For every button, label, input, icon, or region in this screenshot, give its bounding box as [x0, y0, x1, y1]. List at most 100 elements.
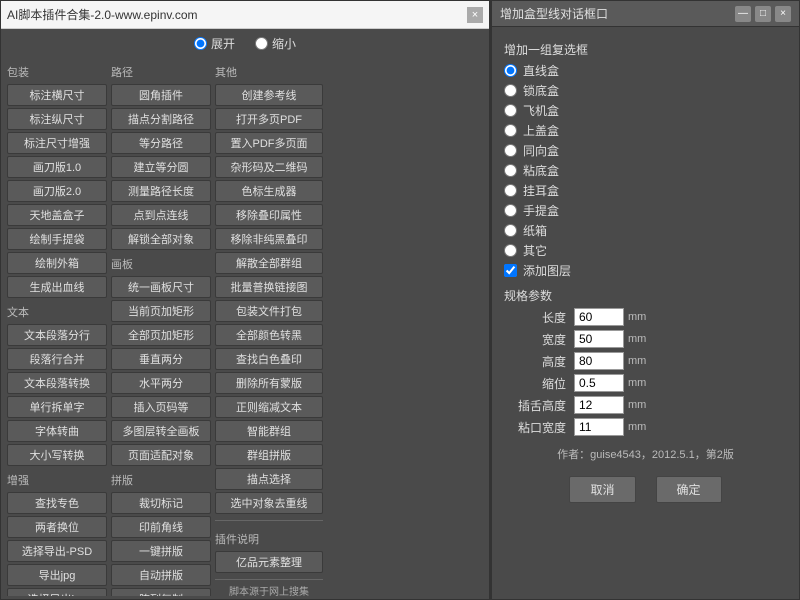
radio-item-0[interactable]: 直线盒	[504, 62, 787, 79]
radio-item-1[interactable]: 锁底盒	[504, 82, 787, 99]
btn-case-convert[interactable]: 大小写转换	[7, 444, 107, 466]
btn-mark-width[interactable]: 标注横尺寸	[7, 84, 107, 106]
radio-item-3[interactable]: 上盖盒	[504, 122, 787, 139]
confirm-button[interactable]: 确定	[656, 476, 722, 503]
btn-find-spot[interactable]: 查找专色	[7, 492, 107, 514]
btn-mark-height[interactable]: 标注纵尺寸	[7, 108, 107, 130]
param-input-offset[interactable]	[574, 374, 624, 392]
param-input-width[interactable]	[574, 330, 624, 348]
btn-place-pdf[interactable]: 置入PDF多页面	[215, 132, 323, 154]
dialog-title: 增加盒型线对话框口	[500, 5, 608, 22]
btn-text-convert[interactable]: 文本段落转换	[7, 372, 107, 394]
btn-swap[interactable]: 两者换位	[7, 516, 107, 538]
radio-item-9[interactable]: 其它	[504, 242, 787, 259]
btn-open-pdf[interactable]: 打开多页PDF	[215, 108, 323, 130]
param-input-height[interactable]	[574, 352, 624, 370]
btn-unlock-all[interactable]: 解锁全部对象	[111, 228, 211, 250]
btn-qrcode[interactable]: 杂形码及二维码	[215, 156, 323, 178]
btn-single-char[interactable]: 单行拆单字	[7, 396, 107, 418]
collapse-label[interactable]: 缩小	[255, 35, 296, 52]
radio-item-6[interactable]: 挂耳盒	[504, 182, 787, 199]
radio-5[interactable]	[504, 164, 517, 177]
btn-auto-impose[interactable]: 自动拼版	[111, 564, 211, 586]
btn-corner-line[interactable]: 印前角线	[111, 516, 211, 538]
btn-ungroup-all[interactable]: 解散全部群组	[215, 252, 323, 274]
collapse-radio[interactable]	[255, 37, 268, 50]
dialog-close-button[interactable]: ×	[775, 6, 791, 22]
radio-1[interactable]	[504, 84, 517, 97]
btn-group-impose[interactable]: 群组拼版	[215, 444, 323, 466]
param-input-glue-width[interactable]	[574, 418, 624, 436]
btn-point-connect[interactable]: 点到点连线	[111, 204, 211, 226]
add-layer-checkbox[interactable]	[504, 264, 517, 277]
param-row-width: 宽度 mm	[504, 330, 787, 348]
btn-knife2[interactable]: 画刀版2.0	[7, 180, 107, 202]
radio-3[interactable]	[504, 124, 517, 137]
btn-path-length[interactable]: 测量路径长度	[111, 180, 211, 202]
radio-8[interactable]	[504, 224, 517, 237]
btn-fit-page[interactable]: 页面适配对象	[111, 444, 211, 466]
btn-split-horizontal[interactable]: 水平两分	[111, 372, 211, 394]
radio-item-8[interactable]: 纸箱	[504, 222, 787, 239]
btn-split-path[interactable]: 描点分割路径	[111, 108, 211, 130]
btn-crop-mark[interactable]: 裁切标记	[111, 492, 211, 514]
btn-array-copy[interactable]: 阵列复制	[111, 588, 211, 596]
radio-2[interactable]	[504, 104, 517, 117]
btn-para-merge[interactable]: 段落行合并	[7, 348, 107, 370]
radio-item-4[interactable]: 同向盒	[504, 142, 787, 159]
btn-batch-replace[interactable]: 批量普换链接图	[215, 276, 323, 298]
btn-split-vertical[interactable]: 垂直两分	[111, 348, 211, 370]
expand-radio[interactable]	[194, 37, 207, 50]
btn-knife1[interactable]: 画刀版1.0	[7, 156, 107, 178]
btn-dedup[interactable]: 选中对象去重线	[215, 492, 323, 514]
btn-remove-black-overprint[interactable]: 移除非纯黑叠印	[215, 228, 323, 250]
radio-0[interactable]	[504, 64, 517, 77]
radio-9[interactable]	[504, 244, 517, 257]
btn-color-swatch[interactable]: 色标生成器	[215, 180, 323, 202]
radio-item-5[interactable]: 粘底盒	[504, 162, 787, 179]
btn-delete-mask[interactable]: 删除所有蒙版	[215, 372, 323, 394]
address-close-button[interactable]: ×	[467, 7, 483, 23]
btn-mark-enhanced[interactable]: 标注尺寸增强	[7, 132, 107, 154]
btn-yipin[interactable]: 亿品元素整理	[215, 551, 323, 573]
btn-export-jpg[interactable]: 导出jpg	[7, 564, 107, 586]
btn-unify-artboard[interactable]: 统一画板尺寸	[111, 276, 211, 298]
radio-7[interactable]	[504, 204, 517, 217]
btn-bleed[interactable]: 生成出血线	[7, 276, 107, 298]
url-input[interactable]	[7, 8, 467, 22]
btn-all-page-rect[interactable]: 全部页加矩形	[111, 324, 211, 346]
btn-find-white[interactable]: 查找白色叠印	[215, 348, 323, 370]
add-layer-checkbox-label[interactable]: 添加图层	[504, 262, 787, 279]
expand-label[interactable]: 展开	[194, 35, 235, 52]
dialog-max-button[interactable]: □	[755, 6, 771, 22]
param-input-length[interactable]	[574, 308, 624, 326]
btn-select-export-jpg[interactable]: 选择导出jpg	[7, 588, 107, 596]
dialog-min-button[interactable]: —	[735, 6, 751, 22]
btn-lid-box[interactable]: 天地盖盒子	[7, 204, 107, 226]
cancel-button[interactable]: 取消	[569, 476, 635, 503]
btn-round-corner[interactable]: 圆角插件	[111, 84, 211, 106]
btn-cur-page-rect[interactable]: 当前页加矩形	[111, 300, 211, 322]
btn-layer-to-artboard[interactable]: 多图层转全画板	[111, 420, 211, 442]
btn-smart-group[interactable]: 智能群组	[215, 420, 323, 442]
btn-create-guide[interactable]: 创建参考线	[215, 84, 323, 106]
btn-export-psd[interactable]: 选择导出-PSD	[7, 540, 107, 562]
radio-4[interactable]	[504, 144, 517, 157]
btn-one-click-impose[interactable]: 一键拼版	[111, 540, 211, 562]
btn-all-to-black[interactable]: 全部颜色转黑	[215, 324, 323, 346]
param-input-tab-height[interactable]	[574, 396, 624, 414]
radio-6[interactable]	[504, 184, 517, 197]
radio-item-7[interactable]: 手提盒	[504, 202, 787, 219]
btn-handbag[interactable]: 绘制手提袋	[7, 228, 107, 250]
btn-regex-text[interactable]: 正则缩减文本	[215, 396, 323, 418]
btn-remove-overprint[interactable]: 移除叠印属性	[215, 204, 323, 226]
btn-package-file[interactable]: 包装文件打包	[215, 300, 323, 322]
btn-font-curve[interactable]: 字体转曲	[7, 420, 107, 442]
btn-equal-circle[interactable]: 建立等分圆	[111, 156, 211, 178]
btn-outer-box[interactable]: 绘制外箱	[7, 252, 107, 274]
btn-equal-path[interactable]: 等分路径	[111, 132, 211, 154]
btn-text-split[interactable]: 文本段落分行	[7, 324, 107, 346]
btn-anchor-select[interactable]: 描点选择	[215, 468, 323, 490]
btn-insert-page-num[interactable]: 插入页码等	[111, 396, 211, 418]
radio-item-2[interactable]: 飞机盒	[504, 102, 787, 119]
